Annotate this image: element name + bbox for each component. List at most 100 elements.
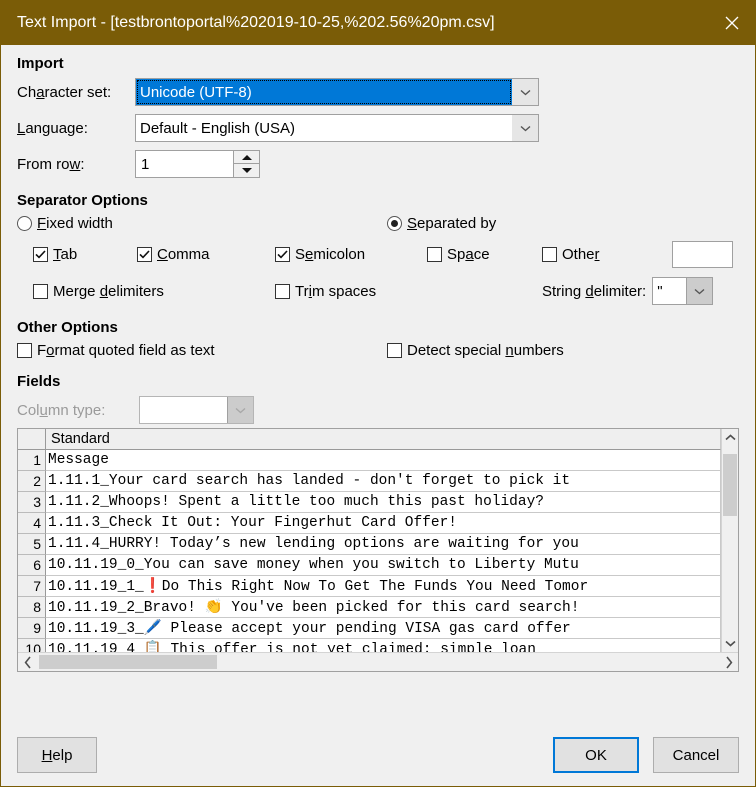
other-label: Other <box>562 246 600 263</box>
row-cell: Message <box>46 450 721 471</box>
row-number: 2 <box>18 471 46 492</box>
checkbox-empty-icon <box>387 343 402 358</box>
fields-heading: Fields <box>17 373 61 390</box>
detect-special-label: Detect special numbers <box>407 342 564 359</box>
radio-circle-icon <box>387 216 402 231</box>
table-row[interactable]: 1 Message <box>18 450 721 471</box>
table-row[interactable]: 6 10.11.19_0_You can save money when you … <box>18 555 721 576</box>
spin-down-icon[interactable] <box>234 164 259 177</box>
grid-corner-cell <box>18 429 46 450</box>
row-number: 5 <box>18 534 46 555</box>
grid-main: Standard 1 Message 2 1.11.1_Your card sear… <box>18 429 738 652</box>
checkbox-trim-spaces[interactable]: Trim spaces <box>275 283 542 300</box>
checkbox-format-quoted-field-as-text[interactable]: Format quoted field as text <box>17 342 387 359</box>
row-cell: 10.11.19_1_❗Do This Right Now To Get The… <box>46 576 721 597</box>
dialog-footer: Help OK Cancel <box>1 724 755 786</box>
row-cell: 1.11.2_Whoops! Spent a little too much t… <box>46 492 721 513</box>
column-header-standard[interactable]: Standard <box>46 429 721 450</box>
chevron-down-icon[interactable] <box>512 79 538 105</box>
scroll-right-icon[interactable] <box>719 653 738 671</box>
column-type-label: Column type: <box>17 401 106 419</box>
row-number: 10 <box>18 639 46 652</box>
dialog-body: Import Character set: Unicode (UTF-8) La… <box>1 45 755 724</box>
table-row[interactable]: 8 10.11.19_2_Bravo! 👏 You've been picked … <box>18 597 721 618</box>
table-row[interactable]: 5 1.11.4_HURRY! Today’s new lending optio… <box>18 534 721 555</box>
space-label: Space <box>447 246 490 263</box>
scroll-left-icon[interactable] <box>18 653 37 671</box>
comma-label: Comma <box>157 246 210 263</box>
from-row-value[interactable]: 1 <box>136 151 233 177</box>
tab-label: Tab <box>53 246 78 263</box>
table-row[interactable]: 4 1.11.3_Check It Out: Your Fingerhut Car… <box>18 513 721 534</box>
vscroll-track[interactable] <box>722 446 738 635</box>
radio-fixed-width[interactable]: Fixed width <box>17 215 387 232</box>
language-row: Language: Default - English (USA) <box>17 114 739 142</box>
cancel-button[interactable]: Cancel <box>653 737 739 773</box>
chevron-down-icon[interactable] <box>512 115 538 141</box>
from-row-spin-buttons[interactable] <box>233 151 259 177</box>
grid-header-row: Standard <box>18 429 721 450</box>
title-bar: Text Import - [testbrontoportal%202019-1… <box>1 1 755 45</box>
checkbox-semicolon[interactable]: Semicolon <box>275 246 427 263</box>
text-import-dialog: Text Import - [testbrontoportal%202019-1… <box>0 0 756 787</box>
fields-preview-grid: Standard 1 Message 2 1.11.1_Your card sear… <box>17 428 739 672</box>
vscroll-thumb[interactable] <box>723 454 737 516</box>
checkbox-comma[interactable]: Comma <box>137 246 275 263</box>
grid-vertical-scrollbar[interactable] <box>721 429 738 652</box>
character-set-value: Unicode (UTF-8) <box>136 79 512 105</box>
close-icon[interactable] <box>709 1 755 45</box>
checkmark-icon <box>33 247 48 262</box>
checkbox-empty-icon <box>33 283 48 299</box>
language-combo[interactable]: Default - English (USA) <box>135 114 539 142</box>
row-number: 3 <box>18 492 46 513</box>
table-row[interactable]: 9 10.11.19_3_🖊️ Please accept your pendin… <box>18 618 721 639</box>
fixed-width-label: Fixed width <box>37 215 113 232</box>
row-cell: 10.11.19_3_🖊️ Please accept your pending… <box>46 618 721 639</box>
string-delimiter-label: String delimiter: <box>542 282 647 300</box>
hscroll-track[interactable] <box>37 653 719 671</box>
checkbox-empty-icon <box>17 343 32 358</box>
radio-separated-by[interactable]: Separated by <box>387 215 496 232</box>
row-cell: 1.11.1_Your card search has landed - don… <box>46 471 721 492</box>
separator-extra-row: Merge delimiters Trim spaces String deli… <box>17 277 739 305</box>
row-cell: 10.11.19_4_📋 This offer is not yet claim… <box>46 639 721 652</box>
from-row-label: From row: <box>17 155 85 173</box>
chevron-down-icon[interactable] <box>686 278 713 304</box>
separator-mode-row: Fixed width Separated by <box>17 215 739 232</box>
table-row[interactable]: 7 10.11.19_1_❗Do This Right Now To Get Th… <box>18 576 721 597</box>
checkbox-other[interactable]: Other <box>542 246 672 263</box>
table-row[interactable]: 3 1.11.2_Whoops! Spent a little too much … <box>18 492 721 513</box>
checkbox-space[interactable]: Space <box>427 246 542 263</box>
table-row[interactable]: 10 10.11.19_4_📋 This offer is not yet cla… <box>18 639 721 652</box>
row-number: 1 <box>18 450 46 471</box>
character-set-label: Character set: <box>17 83 112 101</box>
semicolon-label: Semicolon <box>295 246 366 263</box>
separated-by-label: Separated by <box>407 215 497 232</box>
row-number: 8 <box>18 597 46 618</box>
checkbox-empty-icon <box>275 283 290 299</box>
checkbox-detect-special-numbers[interactable]: Detect special numbers <box>387 342 564 359</box>
help-button[interactable]: Help <box>17 737 97 773</box>
format-quoted-label: Format quoted field as text <box>37 342 215 359</box>
other-separator-input[interactable] <box>672 241 733 268</box>
merge-delimiters-label: Merge delimiters <box>53 282 164 300</box>
string-delimiter-combo[interactable]: " <box>652 277 714 305</box>
checkbox-merge-delimiters[interactable]: Merge delimiters <box>33 283 275 300</box>
hscroll-thumb[interactable] <box>39 655 217 669</box>
spin-up-icon[interactable] <box>234 151 259 164</box>
import-heading: Import <box>17 55 64 72</box>
from-row-stepper[interactable]: 1 <box>135 150 260 178</box>
from-row-row: From row: 1 <box>17 150 739 178</box>
scroll-down-icon[interactable] <box>722 635 738 652</box>
other-options-row: Format quoted field as text Detect speci… <box>17 342 739 359</box>
string-delimiter-value: " <box>657 282 663 300</box>
checkbox-empty-icon <box>427 247 442 262</box>
checkbox-tab[interactable]: Tab <box>33 246 137 263</box>
character-set-combo[interactable]: Unicode (UTF-8) <box>135 78 539 106</box>
scroll-up-icon[interactable] <box>722 429 738 446</box>
ok-button[interactable]: OK <box>553 737 639 773</box>
table-row[interactable]: 2 1.11.1_Your card search has landed - do… <box>18 471 721 492</box>
column-type-combo <box>139 396 254 424</box>
language-label: Language: <box>17 119 88 137</box>
grid-horizontal-scrollbar[interactable] <box>18 652 738 671</box>
